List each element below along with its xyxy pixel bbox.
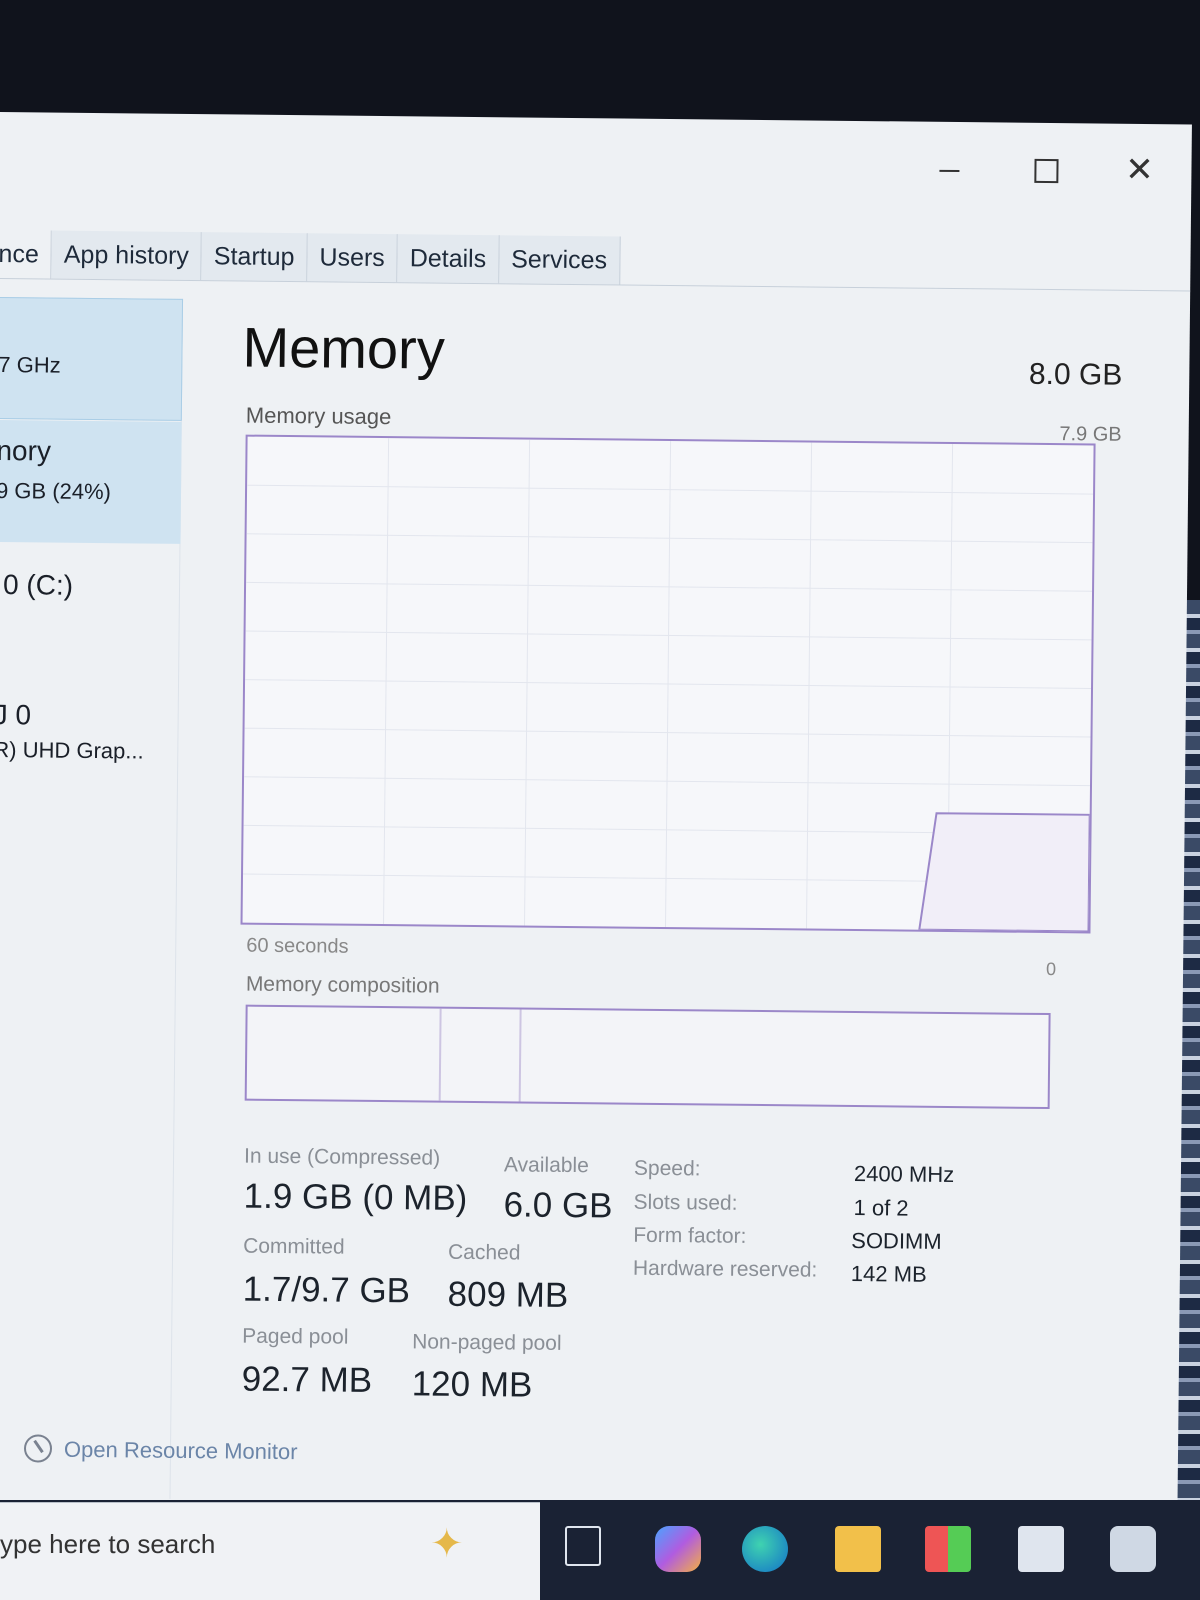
file-explorer-icon[interactable] [835, 1526, 881, 1572]
speed-value: 2400 MHz [853, 1161, 955, 1188]
memory-panel: Memory 8.0 GB Memory usage 7.9 GB 60 sec… [240, 315, 1123, 1405]
sidebar-item-sub: 7 GHz [0, 351, 61, 378]
close-button[interactable]: ✕ [1119, 150, 1159, 190]
tab-users[interactable]: Users [307, 233, 399, 283]
composition-modified [440, 1008, 522, 1102]
sparkle-icon: ✦ [430, 1522, 464, 1566]
minimize-button[interactable] [929, 148, 969, 188]
memory-composition-bar [244, 1004, 1051, 1110]
slots-value: 1 of 2 [853, 1194, 909, 1221]
non-paged-pool-value: 120 MB [411, 1364, 533, 1405]
tab-startup[interactable]: Startup [201, 232, 308, 282]
sidebar-item-memory[interactable]: nory 9 GB (24%) [0, 419, 182, 544]
memory-composition-label: Memory composition [245, 972, 440, 998]
tab-performance[interactable]: nce [0, 229, 53, 279]
resource-monitor-icon [23, 1434, 53, 1463]
title-bar: ✕ [0, 112, 1192, 214]
tab-services[interactable]: Services [498, 235, 621, 285]
cached-label: Cached [447, 1240, 521, 1265]
app-icon[interactable] [1110, 1526, 1156, 1572]
hardware-reserved-value: 142 MB [850, 1260, 927, 1287]
non-paged-pool-label: Non-paged pool [412, 1330, 562, 1355]
in-use-label: In use (Compressed) [243, 1144, 441, 1170]
cached-value: 809 MB [447, 1274, 569, 1316]
committed-label: Committed [243, 1234, 345, 1259]
time-span-label: 60 seconds [246, 934, 349, 958]
available-label: Available [503, 1153, 589, 1178]
sidebar-item-label: 0 (C:) [2, 569, 74, 601]
paged-pool-label: Paged pool [242, 1324, 349, 1349]
tab-app-history[interactable]: App history [51, 230, 203, 281]
committed-value: 1.7/9.7 GB [242, 1269, 411, 1311]
sidebar-item-label: J 0 [0, 698, 32, 731]
memory-usage-trace [918, 812, 1091, 932]
performance-sidebar: 7 GHz nory 9 GB (24%) 0 (C:) J 0 R) UHD … [0, 296, 184, 1499]
sidebar-item-sub: 9 GB (24%) [0, 477, 112, 505]
speed-label: Speed: [633, 1156, 701, 1181]
copilot-icon[interactable] [655, 1526, 701, 1572]
graph-grid [243, 438, 1094, 932]
slots-label: Slots used: [633, 1190, 738, 1215]
maximize-button[interactable] [1024, 149, 1064, 189]
edge-browser-icon[interactable] [742, 1526, 788, 1572]
task-view-icon[interactable] [565, 1526, 601, 1566]
tab-details[interactable]: Details [397, 234, 500, 284]
tab-bar: nce App history Startup Users Details Se… [0, 229, 621, 285]
sidebar-item-sub: R) UHD Grap... [0, 736, 144, 764]
sidebar-item-disk[interactable]: 0 (C:) [0, 557, 180, 659]
mail-icon[interactable] [1018, 1526, 1064, 1572]
graph-min-label: 0 [1045, 959, 1057, 980]
total-memory: 8.0 GB [1028, 357, 1123, 392]
available-value: 6.0 GB [503, 1185, 613, 1226]
sidebar-item-gpu[interactable]: J 0 R) UHD Grap... [0, 687, 179, 789]
form-factor-label: Form factor: [633, 1223, 747, 1248]
task-manager-window: ✕ nce App history Startup Users Details … [0, 112, 1192, 1545]
sidebar-item-cpu[interactable]: 7 GHz [0, 296, 184, 421]
taskbar: ype here to search ✦ [0, 1500, 1200, 1600]
memory-usage-graph [240, 434, 1096, 934]
open-resource-monitor-link[interactable]: Open Resource Monitor [64, 1437, 298, 1465]
paged-pool-value: 92.7 MB [241, 1359, 373, 1400]
search-input[interactable]: ype here to search [0, 1529, 215, 1560]
form-factor-value: SODIMM [851, 1227, 942, 1254]
composition-in-use [246, 1006, 442, 1101]
in-use-value: 1.9 GB (0 MB) [243, 1176, 468, 1218]
page-title: Memory [242, 315, 446, 381]
footer-bar: s Open Resource Monitor [0, 1424, 686, 1481]
search-box[interactable]: ype here to search ✦ [0, 1502, 540, 1600]
sidebar-item-label: nory [0, 434, 52, 467]
memory-usage-label: Memory usage [245, 402, 392, 430]
hardware-reserved-label: Hardware reserved: [632, 1256, 818, 1282]
microsoft-store-icon[interactable] [925, 1526, 971, 1572]
